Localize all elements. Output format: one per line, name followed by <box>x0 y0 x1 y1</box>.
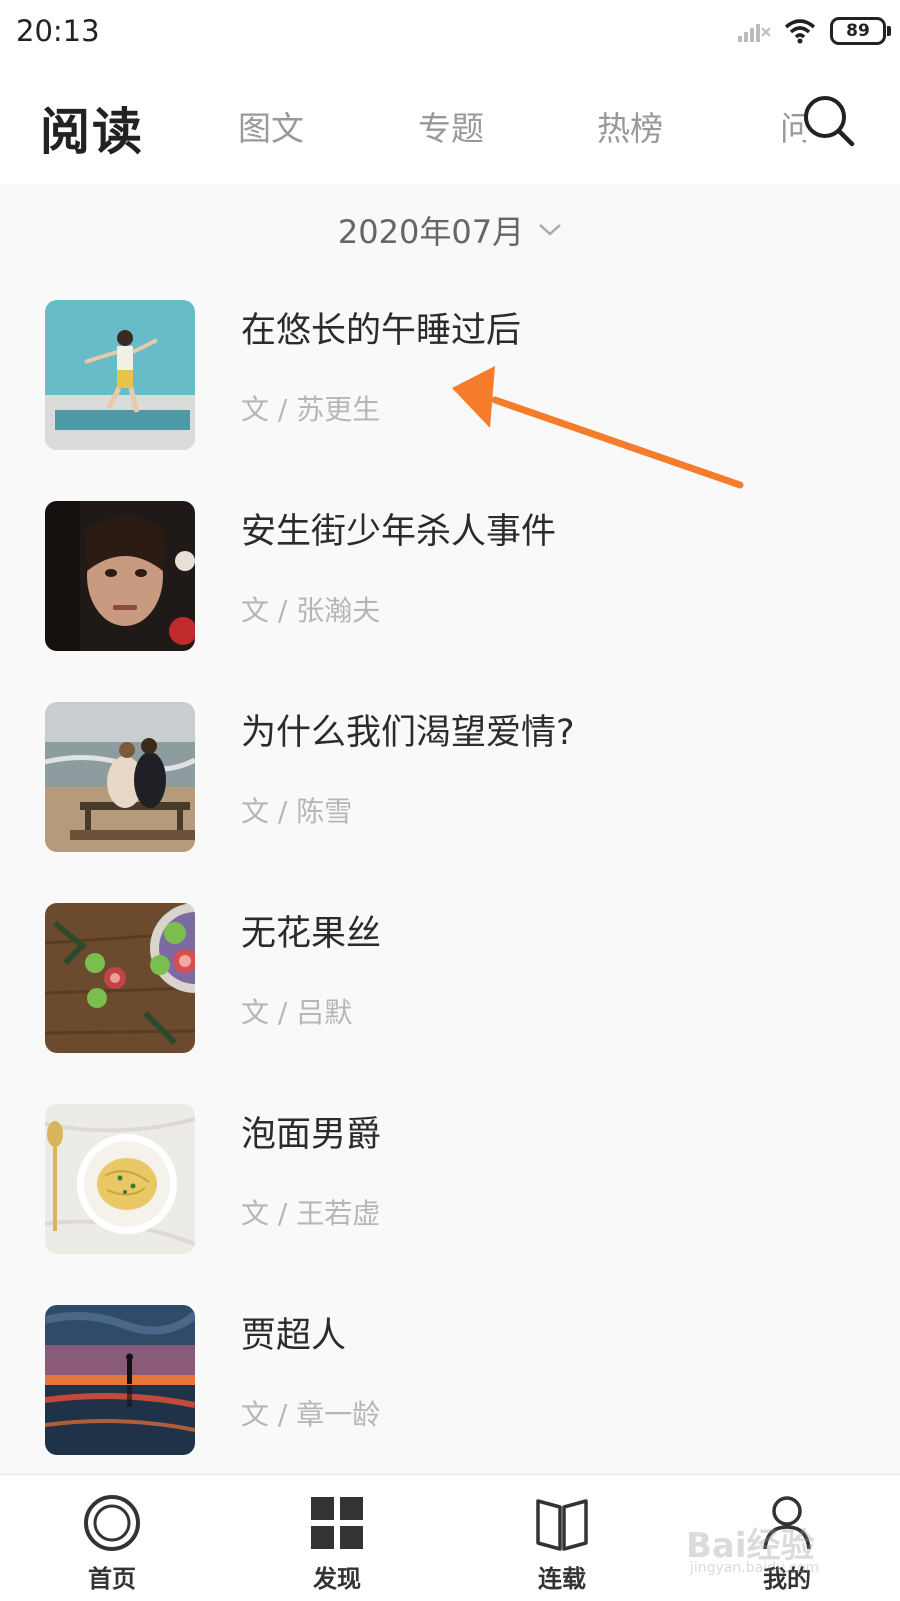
nav-label: 连载 <box>538 1565 586 1593</box>
article-author: 文 / 章一龄 <box>241 1398 381 1431</box>
article-item[interactable]: 泡面男爵 文 / 王若虚 <box>0 1104 900 1254</box>
month-label: 2020年07月 <box>337 213 525 251</box>
article-title: 贾超人 <box>241 1316 347 1356</box>
tab-pictures-text[interactable]: 图文 <box>238 102 304 150</box>
article-item[interactable]: 贾超人 文 / 章一龄 <box>0 1305 900 1455</box>
article-author: 文 / 王若虚 <box>241 1197 381 1230</box>
status-bar: 20:13 89 <box>0 0 900 62</box>
search-icon <box>804 96 855 147</box>
article-title: 在悠长的午睡过后 <box>241 311 522 351</box>
article-title: 泡面男爵 <box>241 1115 382 1155</box>
tab-hot-list[interactable]: 热榜 <box>597 102 663 150</box>
nav-label: 发现 <box>313 1565 361 1593</box>
article-item[interactable]: 无花果丝 文 / 吕默 <box>0 903 900 1053</box>
grid-icon <box>311 1497 363 1549</box>
chevron-down-icon <box>539 224 561 236</box>
nav-label: 首页 <box>88 1565 136 1593</box>
article-author: 文 / 吕默 <box>241 996 353 1029</box>
app-header: 阅读 图文 专题 热榜 问 <box>0 62 900 184</box>
tab-topics[interactable]: 专题 <box>418 102 484 150</box>
battery-level: 89 <box>846 21 870 41</box>
article-item[interactable]: 安生街少年杀人事件 文 / 张瀚夫 <box>0 501 900 651</box>
search-button[interactable] <box>800 90 860 150</box>
article-title: 无花果丝 <box>241 914 382 954</box>
article-thumbnail <box>45 1104 195 1254</box>
nav-mine[interactable]: 我的 <box>712 1475 862 1601</box>
signal-icon <box>738 24 770 42</box>
battery-icon: 89 <box>830 17 891 45</box>
article-author: 文 / 苏更生 <box>241 393 381 426</box>
nav-discover[interactable]: 发现 <box>262 1475 412 1601</box>
article-title: 安生街少年杀人事件 <box>241 512 557 552</box>
article-author: 文 / 陈雪 <box>241 795 353 828</box>
nav-label: 我的 <box>763 1565 811 1593</box>
nav-serial[interactable]: 连载 <box>487 1475 637 1601</box>
article-thumbnail <box>45 702 195 852</box>
article-item[interactable]: 为什么我们渴望爱情? 文 / 陈雪 <box>0 702 900 852</box>
article-thumbnail <box>45 1305 195 1455</box>
article-item[interactable]: 在悠长的午睡过后 文 / 苏更生 <box>0 300 900 450</box>
article-author: 文 / 张瀚夫 <box>241 594 381 627</box>
article-title: 为什么我们渴望爱情? <box>241 713 575 753</box>
status-icons: 89 <box>738 14 891 48</box>
article-thumbnail <box>45 300 195 450</box>
home-ring-icon <box>84 1495 140 1551</box>
nav-home[interactable]: 首页 <box>37 1475 187 1601</box>
month-selector[interactable]: 2020年07月 <box>0 184 900 276</box>
user-icon <box>763 1496 811 1550</box>
book-icon <box>536 1499 588 1551</box>
bottom-nav: 首页 发现 连载 我的 <box>0 1474 900 1601</box>
article-thumbnail <box>45 501 195 651</box>
wifi-icon <box>784 19 816 44</box>
page-title: 阅读 <box>40 103 144 161</box>
article-thumbnail <box>45 903 195 1053</box>
status-time: 20:13 <box>16 14 100 48</box>
